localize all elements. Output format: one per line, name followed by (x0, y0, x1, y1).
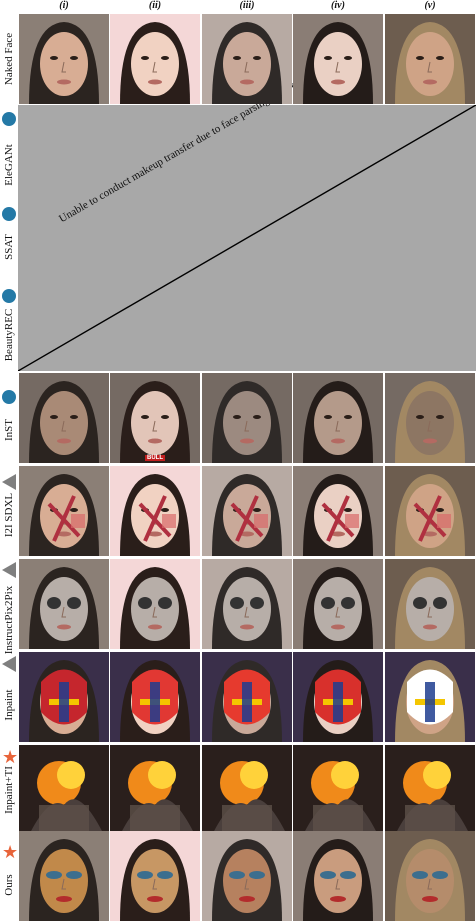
face-image-instructpix2pix-col-3 (202, 559, 292, 649)
face-image-naked-face-col-3 (202, 14, 292, 104)
face-image-inpaint-ti-col-1 (19, 745, 109, 835)
face-image-inpaint-ti-col-3 (202, 745, 292, 835)
triangle-marker-inpaint (2, 656, 16, 672)
column-header-iii: (iii) (239, 0, 255, 11)
face-image-instructpix2pix-col-2 (110, 559, 200, 649)
face-image-inpaint-ti-col-4 (293, 745, 383, 835)
row-label-instructpix2pix: InstructPix2Pix (3, 585, 15, 655)
face-image-inpaint-col-1 (19, 652, 109, 742)
triangle-marker-instructpix2pix (2, 562, 16, 578)
face-image-inpaint-col-5 (385, 652, 475, 742)
face-image-instructpix2pix-col-4 (293, 559, 383, 649)
face-image-i2i-sdxl-col-3 (202, 466, 292, 556)
face-image-i2i-sdxl-col-5 (385, 466, 475, 556)
face-image-naked-face-col-5 (385, 14, 475, 104)
face-image-naked-face-col-2 (110, 14, 200, 104)
face-image-ours-col-4 (293, 831, 383, 921)
face-image-i2i-sdxl-col-4 (293, 466, 383, 556)
star-marker-ours: ★ (2, 842, 19, 862)
face-image-naked-face-col-4 (293, 14, 383, 104)
row-label-ssat: SSAT (3, 234, 15, 260)
row-label-beautyrec: BeautyREC (3, 308, 15, 362)
face-image-instructpix2pix-col-1 (19, 559, 109, 649)
face-image-ours-col-1 (19, 831, 109, 921)
face-image-i2i-sdxl-col-1 (19, 466, 109, 556)
column-header-v: (v) (424, 0, 436, 11)
row-label-ours: Ours (3, 874, 15, 896)
row-label-naked-face: Naked Face (3, 32, 15, 86)
face-parsing-failure-panel (18, 105, 476, 371)
column-header-ii: (ii) (148, 0, 162, 11)
face-image-ours-col-3 (202, 831, 292, 921)
face-image-inst-col-2: BULL (110, 373, 200, 463)
column-header-i: (i) (59, 0, 69, 11)
circle-marker-elegant (2, 112, 16, 126)
face-image-naked-face-col-1 (19, 14, 109, 104)
face-image-inpaint-col-4 (293, 652, 383, 742)
face-image-inpaint-ti-col-5 (385, 745, 475, 835)
circle-marker-beautyrec (2, 289, 16, 303)
face-image-inpaint-col-3 (202, 652, 292, 742)
face-image-inst-col-1 (19, 373, 109, 463)
row-label-i2i-sdxl: I2I SDXL (3, 492, 15, 538)
column-header-iv: (iv) (331, 0, 345, 11)
face-image-i2i-sdxl-col-2 (110, 466, 200, 556)
face-image-inpaint-col-2 (110, 652, 200, 742)
triangle-marker-i2i-sdxl (2, 474, 16, 490)
face-image-inst-col-5 (385, 373, 475, 463)
row-label-elegant: EleGANt (3, 144, 15, 186)
row-label-inpaint: Inpaint (3, 689, 15, 721)
circle-marker-inst (2, 390, 16, 404)
failure-diagonal-line (18, 105, 476, 371)
face-image-inst-col-4 (293, 373, 383, 463)
circle-marker-ssat (2, 207, 16, 221)
row-label-inst: InST (3, 419, 15, 441)
star-marker-inpaint-ti: ★ (2, 747, 19, 767)
face-image-ours-col-2 (110, 831, 200, 921)
face-image-instructpix2pix-col-5 (385, 559, 475, 649)
face-image-inst-col-3 (202, 373, 292, 463)
face-image-ours-col-5 (385, 831, 475, 921)
face-image-inpaint-ti-col-2 (110, 745, 200, 835)
bull-label: BULL (145, 455, 165, 461)
